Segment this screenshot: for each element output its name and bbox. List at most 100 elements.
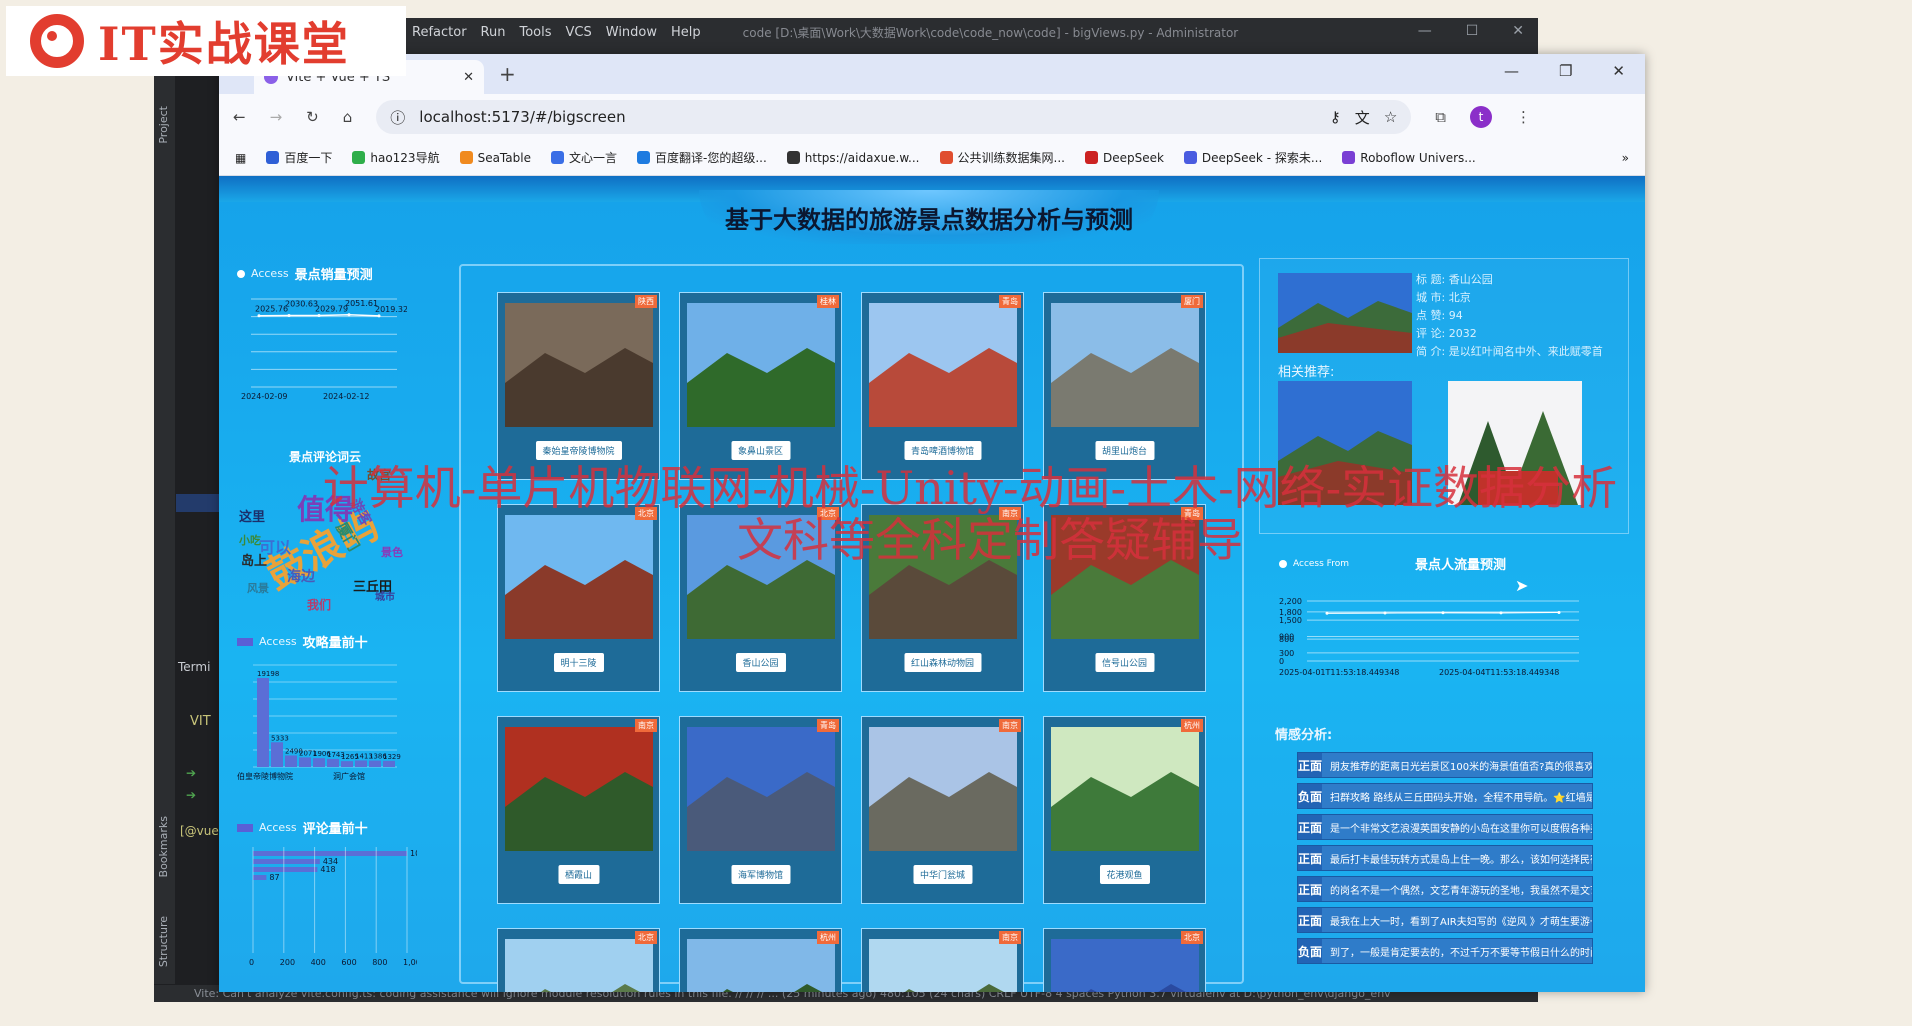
more-bookmarks-icon[interactable]: » <box>1622 151 1629 165</box>
terminal-tab[interactable]: Termi <box>178 660 210 674</box>
x-tick-label: 2025-04-04T11:53:18.449348 <box>1439 668 1559 677</box>
home-icon[interactable]: ⌂ <box>343 108 353 126</box>
url-input[interactable]: ⓘ localhost:5173/#/bigscreen ⚷ 文 ☆ <box>376 100 1412 134</box>
new-tab-icon[interactable]: + <box>499 62 516 86</box>
menu-help[interactable]: Help <box>671 25 701 40</box>
attraction-card[interactable]: 南京 红山森林动物园 <box>861 504 1024 692</box>
attraction-card[interactable]: 南京 中华门瓮城 <box>861 716 1024 904</box>
attraction-name-button[interactable]: 红山森林动物园 <box>903 653 982 672</box>
x-tick-label: 2024-02-12 <box>323 392 370 401</box>
bookmark[interactable]: 公共训练数据集网... <box>939 149 1065 166</box>
avatar[interactable]: t <box>1469 106 1492 128</box>
attraction-name-button[interactable]: 胡里山炮台 <box>1094 441 1155 460</box>
related-item[interactable] <box>1448 381 1582 509</box>
attraction-name-button[interactable]: 中华门瓮城 <box>912 865 973 884</box>
bookmark[interactable]: Roboflow Univers... <box>1342 151 1476 165</box>
bookmark[interactable]: DeepSeek <box>1084 151 1164 165</box>
menu-tools[interactable]: Tools <box>519 25 551 40</box>
menu-vcs[interactable]: VCS <box>566 25 592 40</box>
reload-icon[interactable]: ↻ <box>306 108 319 126</box>
attraction-card[interactable]: 桂林 象鼻山景区 <box>679 292 842 480</box>
attraction-name-button[interactable]: 青岛啤酒博物馆 <box>903 441 982 460</box>
structure-tool-label[interactable]: Structure <box>157 916 170 967</box>
sentiment-label: 负面 <box>1298 939 1323 963</box>
sentiment-row[interactable]: 正面的岗名不是一个偶然，文艺青年游玩的圣地，我虽然不是文艺青年，但 <box>1297 876 1593 902</box>
attraction-name-button[interactable]: 信号山公园 <box>1094 653 1155 672</box>
attraction-name-button[interactable]: 海军博物馆 <box>730 865 791 884</box>
attraction-detail-panel: 标 题: 香山公园 城 市: 北京 点 赞: 94 评 论: 2032 简 介:… <box>1259 258 1629 534</box>
data-label: 2051.61 <box>345 299 378 308</box>
attraction-name-button[interactable]: 花港观鱼 <box>1099 865 1150 884</box>
menu-refactor[interactable]: Refactor <box>412 25 467 40</box>
site-info-icon[interactable]: ⓘ <box>390 107 405 128</box>
attraction-name-button[interactable]: 香山公园 <box>735 653 786 672</box>
sentiment-row[interactable]: 正面最后打卡最佳玩转方式是岛上住一晚。那么，该如何选择民宿呢？马上 <box>1297 845 1593 871</box>
attraction-card[interactable]: 北京 香山公园 <box>679 504 842 692</box>
address-bar-row: ← → ↻ ⌂ ⓘ localhost:5173/#/bigscreen ⚷ 文… <box>219 94 1645 140</box>
attraction-name-button[interactable]: 秦始皇帝陵博物院 <box>535 441 622 460</box>
attraction-card[interactable]: 青岛 信号山公园 <box>1043 504 1206 692</box>
close-icon[interactable]: ✕ <box>1612 62 1625 80</box>
word-cloud-word: 城市 <box>375 592 395 603</box>
bookmark[interactable]: https://aidaxue.w... <box>786 151 920 165</box>
sentiment-row[interactable]: 正面是一个非常文艺浪漫英国安静的小岛在这里你可以度假各种美食小吃, <box>1297 814 1593 840</box>
word-cloud-word: 风景 <box>247 582 269 595</box>
attraction-name-button[interactable]: 栖霞山 <box>557 865 600 884</box>
detail-likes: 点 赞: 94 <box>1416 309 1463 322</box>
attraction-card[interactable]: 青岛 青岛啤酒博物馆 <box>861 292 1024 480</box>
close-tab-icon[interactable]: ✕ <box>463 70 474 85</box>
maximize-icon[interactable]: ☐ <box>1466 23 1479 39</box>
city-badge: 北京 <box>1181 931 1203 944</box>
attraction-card[interactable]: 青岛 海军博物馆 <box>679 716 842 904</box>
sales-forecast-chart: 2025.762030.632029.792051.612019.32 2024-… <box>241 298 408 401</box>
bar <box>369 760 381 767</box>
selected-row <box>176 494 224 512</box>
back-icon[interactable]: ← <box>233 108 246 126</box>
bookmark[interactable]: hao123导航 <box>352 149 440 166</box>
related-item[interactable] <box>1278 381 1412 509</box>
data-label: 87 <box>269 873 279 882</box>
attraction-card[interactable]: 北京 <box>1043 928 1206 992</box>
bookmark[interactable]: 百度一下 <box>266 149 332 166</box>
attraction-card[interactable]: 杭州 <box>679 928 842 992</box>
menu-run[interactable]: Run <box>481 25 506 40</box>
minimize-icon[interactable]: — <box>1504 62 1519 80</box>
sentiment-row[interactable]: 正面朋友推荐的距离日光岩景区100米的海景值值否?真的很喜欢了! 第一天 <box>1297 752 1593 778</box>
attraction-card[interactable]: 北京 <box>497 928 660 992</box>
project-tool-label[interactable]: Project <box>157 106 170 144</box>
extensions-icon[interactable]: ⧉ <box>1435 108 1446 126</box>
bookmark[interactable]: 文心一言 <box>550 149 617 166</box>
bookmark[interactable]: SeaTable <box>459 151 531 165</box>
bookmark[interactable]: DeepSeek - 探索未... <box>1183 149 1322 166</box>
attraction-card[interactable]: 杭州 花港观鱼 <box>1043 716 1206 904</box>
attraction-card[interactable]: 北京 明十三陵 <box>497 504 660 692</box>
minimize-icon[interactable]: — <box>1418 23 1432 39</box>
attraction-name-button[interactable]: 象鼻山景区 <box>730 441 791 460</box>
attraction-photo <box>505 303 653 427</box>
bookmark-favicon-icon <box>266 151 280 164</box>
sentiment-row[interactable]: 正面最我在上大一时，看到了AIR夫妇写的《逆风 》才萌生要游一游的愿 <box>1297 907 1593 933</box>
bookmark[interactable]: 百度翻译-您的超级... <box>636 149 767 166</box>
bookmarks-bar: ▦ 百度一下 hao123导航 SeaTable 文心一言 百度翻译-您的超级.… <box>219 140 1645 176</box>
bookmark-favicon-icon <box>550 151 564 164</box>
attraction-card[interactable]: 厦门 胡里山炮台 <box>1043 292 1206 480</box>
password-key-icon[interactable]: ⚷ <box>1330 108 1341 126</box>
apps-grid-icon[interactable]: ▦ <box>235 151 246 165</box>
menu-window[interactable]: Window <box>606 25 657 40</box>
translate-icon[interactable]: 文 <box>1355 107 1370 128</box>
detail-photo[interactable] <box>1278 273 1412 353</box>
attraction-name-button[interactable]: 明十三陵 <box>553 653 604 672</box>
forward-icon[interactable]: → <box>270 108 283 126</box>
attraction-card[interactable]: 南京 <box>861 928 1024 992</box>
x-tick-label: 600 <box>341 958 356 967</box>
close-icon[interactable]: ✕ <box>1512 23 1524 39</box>
sentiment-row[interactable]: 负面 扫群攻略 路线从三丘田码头开始，全程不用导航。⭐红墙是英韵 <box>1297 783 1593 809</box>
terminal-line: VIT <box>190 714 211 729</box>
attraction-card[interactable]: 陕西 秦始皇帝陵博物院 <box>497 292 660 480</box>
bookmarks-tool-label[interactable]: Bookmarks <box>157 816 170 877</box>
menu-dots-icon[interactable]: ⋮ <box>1516 108 1531 126</box>
maximize-icon[interactable]: ❐ <box>1559 62 1572 80</box>
sentiment-row[interactable]: 负面到了，一般是肯定要去的，不过千万不要等节假日什么的时间去，因为 <box>1297 938 1593 964</box>
bookmark-star-icon[interactable]: ☆ <box>1384 108 1397 126</box>
attraction-card[interactable]: 南京 栖霞山 <box>497 716 660 904</box>
